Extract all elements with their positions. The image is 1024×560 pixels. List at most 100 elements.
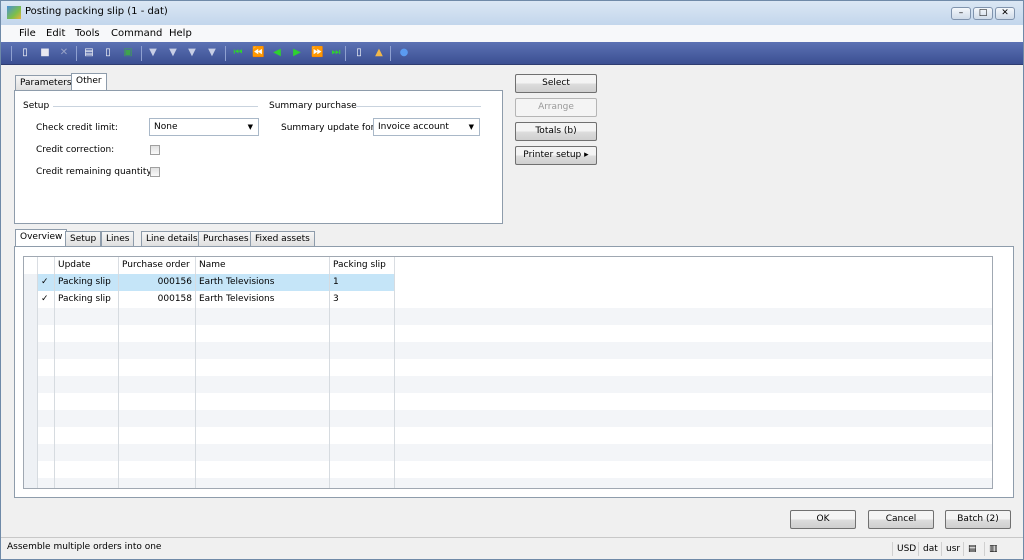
grid-cell[interactable]: 3 bbox=[330, 291, 395, 308]
maximize-button[interactable]: □ bbox=[973, 7, 993, 20]
grid-cell[interactable] bbox=[196, 478, 330, 488]
grid-cell[interactable] bbox=[330, 410, 395, 427]
menu-help[interactable]: Help bbox=[169, 28, 192, 39]
grid-cell[interactable] bbox=[119, 342, 196, 359]
table-row[interactable]: ✓ Packing slip 000158 Earth Televisions 3 bbox=[24, 291, 992, 308]
grid-cell[interactable] bbox=[330, 427, 395, 444]
tab-other[interactable]: Other bbox=[71, 73, 107, 91]
tab-parameters[interactable]: Parameters bbox=[15, 75, 77, 91]
row-selector[interactable] bbox=[24, 393, 38, 410]
grid-cell[interactable] bbox=[119, 376, 196, 393]
grid-cell[interactable]: 1 bbox=[330, 274, 395, 291]
grid-cell[interactable] bbox=[55, 325, 119, 342]
help-icon[interactable]: ● bbox=[398, 47, 410, 59]
row-selector[interactable] bbox=[24, 308, 38, 325]
grid-cell[interactable] bbox=[55, 461, 119, 478]
grid-cell[interactable] bbox=[196, 308, 330, 325]
grid-cell[interactable] bbox=[196, 461, 330, 478]
row-selector[interactable] bbox=[24, 376, 38, 393]
grid-cell[interactable] bbox=[196, 359, 330, 376]
next-page-icon[interactable]: ⏩ bbox=[311, 47, 323, 59]
grid-cell[interactable] bbox=[55, 427, 119, 444]
grid-cell[interactable] bbox=[119, 427, 196, 444]
column-header[interactable]: Packing slip bbox=[330, 257, 395, 274]
document-handling-icon[interactable]: ▯ bbox=[353, 47, 365, 59]
next-record-icon[interactable]: ▶ bbox=[291, 47, 303, 59]
tab-purchases[interactable]: Purchases bbox=[198, 231, 254, 247]
advanced-filter-icon[interactable]: ▼ bbox=[186, 47, 198, 59]
currency-indicator[interactable]: USD bbox=[892, 542, 920, 556]
grid-cell[interactable] bbox=[119, 478, 196, 488]
new-icon[interactable]: ▯ bbox=[19, 47, 31, 59]
grid-cell[interactable]: Earth Televisions bbox=[196, 274, 330, 291]
row-selector[interactable] bbox=[24, 359, 38, 376]
grid-cell[interactable] bbox=[119, 393, 196, 410]
grid-cell[interactable] bbox=[55, 393, 119, 410]
grid-cell[interactable] bbox=[119, 410, 196, 427]
grid-cell[interactable] bbox=[196, 376, 330, 393]
row-selector[interactable] bbox=[24, 410, 38, 427]
excel-icon[interactable]: ▣ bbox=[122, 47, 134, 59]
row-selector[interactable] bbox=[24, 342, 38, 359]
user-indicator[interactable]: usr bbox=[941, 542, 964, 556]
grid-cell[interactable] bbox=[330, 325, 395, 342]
printer-setup-button[interactable]: Printer setup ▸ bbox=[515, 146, 597, 165]
delete-icon[interactable]: ✕ bbox=[58, 47, 70, 59]
minimize-button[interactable]: – bbox=[951, 7, 971, 20]
previous-page-icon[interactable]: ⏪ bbox=[252, 47, 264, 59]
grid-cell[interactable] bbox=[196, 342, 330, 359]
batch-button[interactable]: Batch (2) bbox=[945, 510, 1011, 529]
grid-cell[interactable] bbox=[196, 393, 330, 410]
select-button[interactable]: Select bbox=[515, 74, 597, 93]
previous-record-icon[interactable]: ◀ bbox=[271, 47, 283, 59]
filter-by-grid-icon[interactable]: ▼ bbox=[167, 47, 179, 59]
totals-button[interactable]: Totals (b) bbox=[515, 122, 597, 141]
grid-cell[interactable] bbox=[330, 376, 395, 393]
remove-filter-icon[interactable]: ▼ bbox=[206, 47, 218, 59]
check-credit-limit-select[interactable]: None ▼ bbox=[149, 118, 259, 136]
tab-line-details[interactable]: Line details bbox=[141, 231, 203, 247]
grid-cell[interactable] bbox=[196, 444, 330, 461]
tab-overview[interactable]: Overview bbox=[15, 229, 68, 247]
grid-cell[interactable] bbox=[55, 308, 119, 325]
grid-cell[interactable] bbox=[55, 342, 119, 359]
summary-update-select[interactable]: Invoice account ▼ bbox=[373, 118, 480, 136]
row-selector[interactable] bbox=[24, 461, 38, 478]
grid-cell[interactable]: Earth Televisions bbox=[196, 291, 330, 308]
grid-cell[interactable]: 000158 bbox=[119, 291, 196, 308]
grid-cell[interactable] bbox=[55, 410, 119, 427]
filter-by-selection-icon[interactable]: ▼ bbox=[147, 47, 159, 59]
orders-grid[interactable]: Update Purchase order Name Packing slip ✓ Pac… bbox=[23, 256, 993, 489]
column-header[interactable]: Name bbox=[196, 257, 330, 274]
database-icon[interactable]: ▥ bbox=[984, 542, 1002, 556]
grid-cell[interactable] bbox=[55, 376, 119, 393]
column-header[interactable]: Update bbox=[55, 257, 119, 274]
last-record-icon[interactable]: ⏭ bbox=[330, 47, 342, 59]
print-icon[interactable]: ▤ bbox=[83, 47, 95, 59]
grid-cell[interactable] bbox=[55, 478, 119, 488]
grid-cell[interactable] bbox=[196, 325, 330, 342]
grid-cell[interactable] bbox=[196, 427, 330, 444]
credit-correction-checkbox[interactable] bbox=[150, 145, 160, 155]
menu-file[interactable]: File bbox=[19, 28, 36, 39]
grid-cell[interactable] bbox=[330, 359, 395, 376]
grid-cell[interactable] bbox=[196, 410, 330, 427]
grid-cell[interactable] bbox=[330, 342, 395, 359]
menu-edit[interactable]: Edit bbox=[46, 28, 65, 39]
grid-cell[interactable] bbox=[119, 359, 196, 376]
close-button[interactable]: ✕ bbox=[995, 7, 1015, 20]
tab-setup[interactable]: Setup bbox=[65, 231, 102, 247]
grid-cell[interactable] bbox=[330, 308, 395, 325]
ok-button[interactable]: OK bbox=[790, 510, 856, 529]
credit-remaining-checkbox[interactable] bbox=[150, 167, 160, 177]
company-indicator[interactable]: dat bbox=[918, 542, 942, 556]
print-preview-icon[interactable]: ▯ bbox=[102, 47, 114, 59]
arrange-button[interactable]: Arrange bbox=[515, 98, 597, 117]
grid-cell[interactable]: Packing slip bbox=[55, 274, 119, 291]
tab-lines[interactable]: Lines bbox=[101, 231, 135, 247]
printer-icon[interactable]: ▤ bbox=[963, 542, 981, 556]
alert-icon[interactable]: ▲ bbox=[373, 47, 385, 59]
save-icon[interactable]: ■ bbox=[39, 47, 51, 59]
grid-cell[interactable] bbox=[119, 325, 196, 342]
row-selector[interactable] bbox=[24, 444, 38, 461]
